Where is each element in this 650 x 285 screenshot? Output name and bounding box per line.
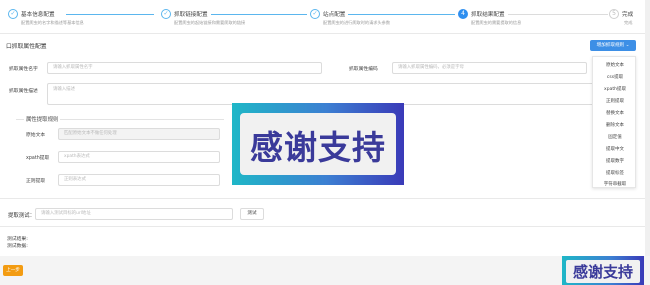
rule-type-menu: 原始文本 css提取 xpath提取 正则提取 替换文本 删除文本 固定值 提取… [592, 56, 636, 188]
attr-name-input[interactable]: 请输入抓取属性名字 [47, 62, 322, 74]
step-number-badge: 5 [609, 9, 619, 19]
promo-banner-small: 感谢支持 [562, 256, 644, 285]
test-url-input[interactable]: 请输入测试目标的url地址 [35, 208, 233, 220]
promo-banner-text: 感谢支持 [250, 128, 386, 167]
rules-legend: 属性提取规则 [24, 115, 61, 123]
prev-step-button[interactable]: 上一步 [3, 265, 23, 276]
menu-item-number[interactable]: 提取数字 [593, 158, 637, 164]
step-desc: 配置爬虫的需要提取的信息 [471, 20, 522, 25]
original-text-label: 原始文本 [26, 133, 46, 138]
xpath-input[interactable]: xpath表达式 [58, 151, 220, 163]
test-button[interactable]: 测试 [240, 208, 264, 220]
check-icon: ✓ [310, 9, 320, 19]
step-desc: 完成 [624, 20, 633, 25]
check-icon: ✓ [161, 9, 171, 19]
menu-item-xpath[interactable]: xpath提取 [593, 86, 637, 92]
promo-banner-card: 感谢支持 [240, 113, 396, 175]
menu-item-replace[interactable]: 替换文本 [593, 110, 637, 116]
step-number-badge: 4 [458, 9, 468, 19]
step-connector [508, 14, 608, 15]
test-label: 提取测试： [8, 213, 35, 219]
test-data-label: 测试数据: [7, 244, 28, 249]
menu-item-tag[interactable]: 提取标签 [593, 170, 637, 176]
promo-banner: 感谢支持 [232, 103, 404, 185]
check-icon: ✓ [8, 9, 18, 19]
attr-code-input[interactable]: 请输入抓取属性编码，必须是字母 [392, 62, 587, 74]
regex-input[interactable]: 正则表达式 [58, 174, 220, 186]
step-title: 完成 [622, 12, 634, 18]
step-connector [211, 14, 307, 15]
step-desc: 配置爬虫的起始链接和需要爬取的链接 [174, 20, 246, 25]
scrollbar[interactable] [645, 0, 650, 256]
step-title: 站点配置 [323, 12, 346, 18]
original-text-input[interactable]: 匹配原始文本不做任何处理 [58, 128, 220, 140]
section-title: 口抓取属性配置 [6, 44, 47, 50]
menu-item-substring[interactable]: 字符串截取 [593, 181, 637, 187]
step-desc: 配置爬虫的进行爬取时的请求头参数 [323, 20, 391, 25]
menu-item-delete[interactable]: 删除文本 [593, 122, 637, 128]
promo-banner-small-card: 感谢支持 [566, 260, 640, 283]
divider [0, 198, 650, 199]
step-title: 基本信息配置 [21, 12, 55, 18]
menu-item-css[interactable]: css提取 [593, 74, 637, 80]
add-rule-button[interactable]: 增加抓取规则 ⌄ [590, 40, 636, 51]
menu-item-fixed[interactable]: 固定值 [593, 134, 637, 140]
regex-label: 正则提取 [26, 179, 46, 184]
step-desc: 配置爬虫的名字和描述等基本信息 [21, 20, 84, 25]
step-connector [348, 14, 455, 15]
attr-code-label: 抓取属性编码 [349, 67, 378, 72]
promo-banner-small-text: 感谢支持 [572, 263, 633, 281]
menu-item-chinese[interactable]: 提取中文 [593, 146, 637, 152]
test-result-label: 测试结果: [7, 237, 28, 242]
menu-item-regex[interactable]: 正则提取 [593, 98, 637, 104]
attr-name-label: 抓取属性名字 [9, 67, 38, 72]
step-title: 抓取链接配置 [174, 12, 208, 18]
steps-bar: ✓ 基本信息配置 配置爬虫的名字和描述等基本信息 ✓ 抓取链接配置 配置爬虫的起… [0, 0, 650, 34]
attr-desc-textarea[interactable]: 请输入描述 [47, 83, 635, 105]
xpath-label: xpath提取 [26, 156, 50, 161]
menu-item-original-text[interactable]: 原始文本 [593, 62, 637, 68]
divider [0, 226, 650, 227]
divider [0, 33, 650, 34]
step-connector [66, 14, 154, 15]
attr-desc-label: 抓取属性描述 [9, 89, 38, 94]
footer-bar [0, 256, 650, 285]
step-title: 抓取结果配置 [471, 12, 505, 18]
